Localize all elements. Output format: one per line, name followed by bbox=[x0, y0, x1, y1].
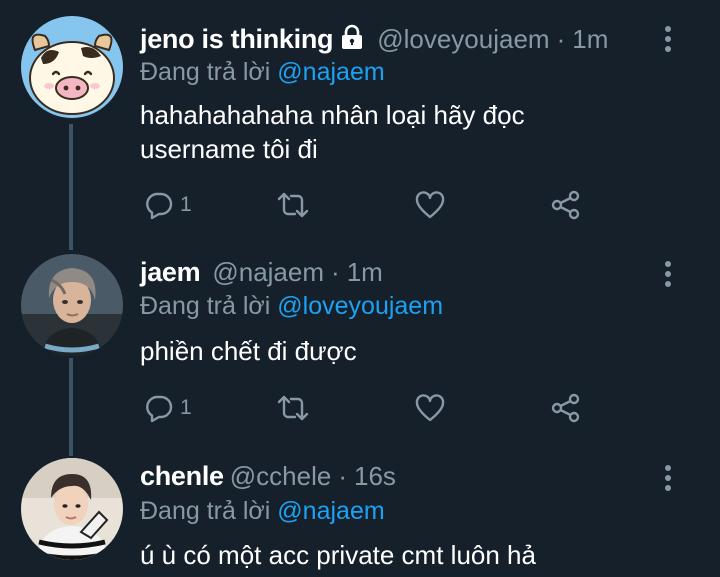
person-photo-avatar-icon bbox=[21, 458, 123, 560]
reply-context: Đang trả lời @najaem bbox=[140, 497, 385, 526]
reply-button[interactable]: 1 bbox=[144, 391, 192, 425]
reply-button[interactable]: 1 bbox=[144, 188, 192, 222]
lock-icon bbox=[339, 24, 365, 50]
tweet-text-line: hahahahahaha nhân loại hãy đọc bbox=[140, 100, 525, 130]
reply-count: 1 bbox=[180, 193, 192, 216]
tweet-actions: 1 bbox=[140, 188, 610, 222]
retweet-button[interactable] bbox=[276, 188, 310, 222]
separator-dot: · bbox=[338, 461, 347, 491]
tweet-text-line: ú ù có một acc private cmt luôn hả bbox=[140, 540, 536, 570]
share-icon bbox=[550, 392, 582, 424]
tweet-text-line: username tôi đi bbox=[140, 134, 318, 164]
reply-mention-link[interactable]: @najaem bbox=[277, 497, 384, 525]
reply-context: Đang trả lời @loveyoujaem bbox=[140, 292, 443, 321]
tweet[interactable]: jeno is thinking @loveyoujaem · 1m Đang … bbox=[0, 0, 720, 250]
cartoon-pig-cow-avatar-icon bbox=[21, 16, 123, 118]
tweet-actions: 1 bbox=[140, 391, 610, 425]
reply-prefix: Đang trả lời bbox=[140, 58, 271, 86]
avatar[interactable] bbox=[21, 254, 123, 356]
retweet-icon bbox=[276, 190, 310, 220]
reply-mention-link[interactable]: @loveyoujaem bbox=[277, 292, 443, 320]
share-icon bbox=[550, 189, 582, 221]
timestamp[interactable]: 16s bbox=[354, 461, 396, 492]
separator-dot: · bbox=[331, 257, 340, 287]
tweet-text-line: phiền chết đi được bbox=[140, 336, 357, 366]
tweet-text: phiền chết đi được bbox=[140, 334, 680, 368]
reply-prefix: Đang trả lời bbox=[140, 497, 271, 525]
tweet-text: ú ù có một acc private cmt luôn hả bbox=[140, 538, 680, 572]
reply-icon bbox=[144, 393, 174, 423]
reply-mention-link[interactable]: @najaem bbox=[277, 58, 384, 86]
avatar[interactable] bbox=[21, 16, 123, 118]
more-options-icon[interactable] bbox=[661, 463, 675, 493]
username-handle[interactable]: @cchele bbox=[230, 461, 332, 492]
username-handle[interactable]: @loveyoujaem bbox=[377, 24, 549, 55]
heart-icon bbox=[414, 190, 446, 220]
display-name[interactable]: jaem bbox=[140, 257, 201, 288]
username-handle[interactable]: @najaem bbox=[212, 257, 324, 288]
like-button[interactable] bbox=[414, 188, 446, 222]
share-button[interactable] bbox=[550, 391, 582, 425]
tweet-text: hahahahahaha nhân loại hãy đọc username … bbox=[140, 98, 680, 166]
timestamp[interactable]: 1m bbox=[347, 257, 383, 288]
like-button[interactable] bbox=[414, 391, 446, 425]
heart-icon bbox=[414, 393, 446, 423]
reply-context: Đang trả lời @najaem bbox=[140, 58, 385, 87]
more-options-icon[interactable] bbox=[661, 259, 675, 289]
timestamp[interactable]: 1m bbox=[572, 24, 608, 55]
tweet[interactable]: jaem @najaem · 1m Đang trả lời @loveyouj… bbox=[0, 250, 720, 455]
retweet-icon bbox=[276, 393, 310, 423]
avatar[interactable] bbox=[21, 458, 123, 560]
separator-dot: · bbox=[556, 24, 566, 54]
more-options-icon[interactable] bbox=[661, 24, 675, 54]
display-name[interactable]: chenle bbox=[140, 461, 224, 492]
tweet[interactable]: chenle @cchele · 16s Đang trả lời @najae… bbox=[0, 455, 720, 577]
reply-icon bbox=[144, 190, 174, 220]
retweet-button[interactable] bbox=[276, 391, 310, 425]
person-photo-avatar-icon bbox=[21, 254, 123, 356]
share-button[interactable] bbox=[550, 188, 582, 222]
reply-prefix: Đang trả lời bbox=[140, 292, 271, 320]
display-name[interactable]: jeno is thinking bbox=[140, 24, 334, 55]
reply-count: 1 bbox=[180, 396, 192, 419]
